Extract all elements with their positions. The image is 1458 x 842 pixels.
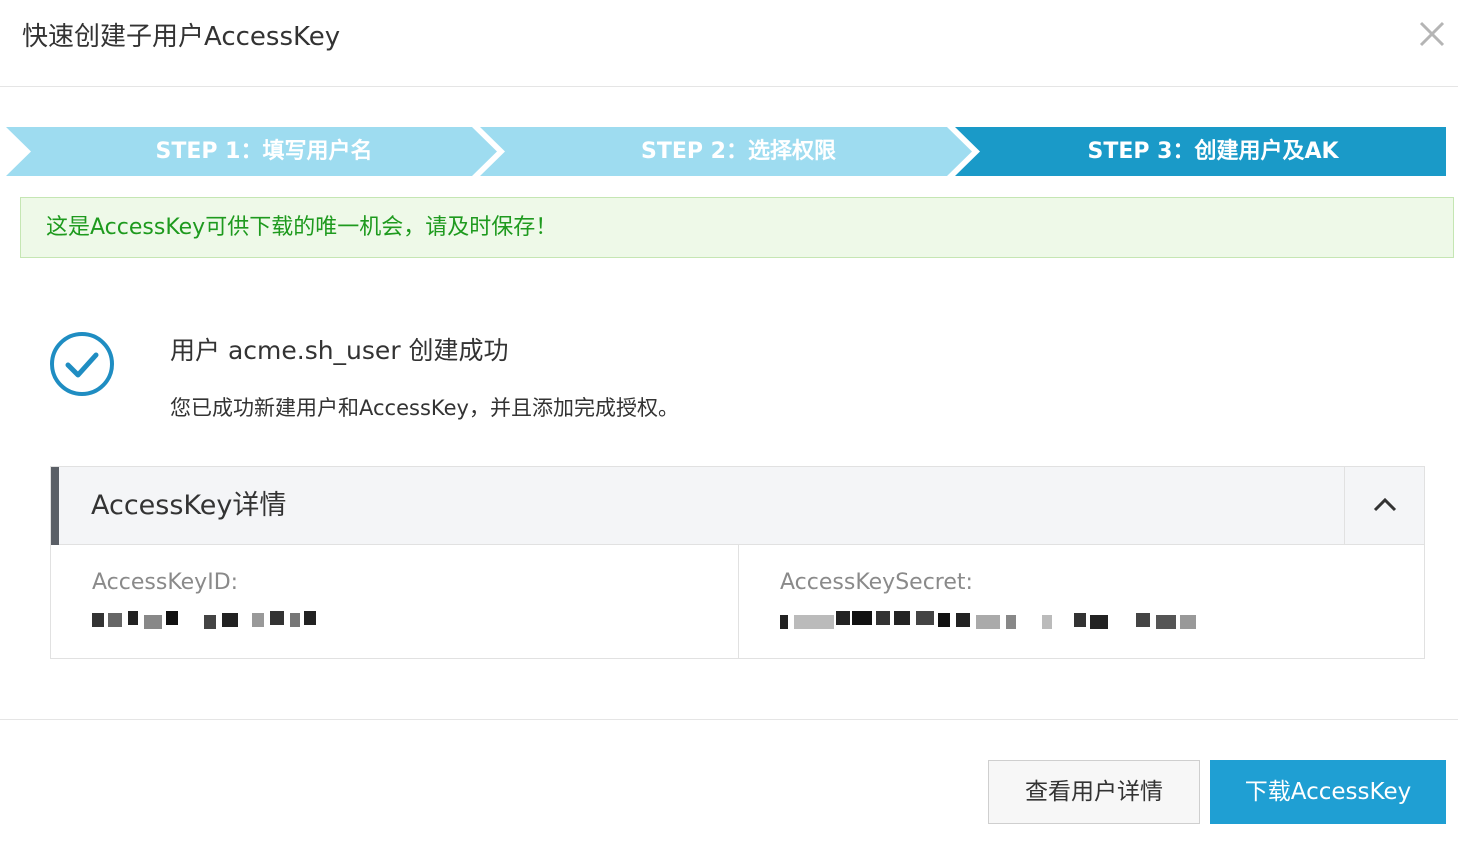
accesskey-secret-label: AccessKeySecret:: [780, 570, 973, 595]
accesskey-secret-cell: AccessKeySecret:: [739, 545, 1424, 659]
notice-text: 这是AccessKey可供下载的唯一机会，请及时保存！: [46, 215, 558, 240]
redacted-block: [1136, 613, 1150, 627]
redacted-block: [852, 611, 872, 625]
redacted-block: [128, 611, 138, 625]
view-user-details-button[interactable]: 查看用户详情: [988, 760, 1200, 824]
redacted-block: [894, 611, 910, 625]
redacted-block: [1042, 615, 1052, 629]
redacted-block: [1006, 615, 1016, 629]
redacted-block: [1156, 615, 1176, 629]
redacted-block: [92, 613, 104, 627]
redacted-block: [166, 611, 178, 625]
redacted-block: [916, 611, 934, 625]
accesskey-id-label: AccessKeyID:: [92, 570, 239, 595]
redacted-block: [836, 611, 850, 625]
download-accesskey-button[interactable]: 下载AccessKey: [1210, 760, 1446, 824]
header-accent-bar: [51, 467, 59, 545]
redacted-block: [304, 611, 316, 625]
step-progress: STEP 1：填写用户名 STEP 2：选择权限 STEP 3：创建用户及AK: [0, 127, 1446, 176]
redacted-block: [204, 615, 216, 629]
redacted-block: [1180, 615, 1196, 629]
footer-divider: [0, 719, 1458, 720]
redacted-block: [956, 613, 970, 627]
redacted-block: [938, 613, 950, 627]
redacted-block: [1074, 613, 1086, 627]
accesskey-id-cell: AccessKeyID:: [51, 545, 739, 659]
redacted-block: [270, 611, 284, 625]
create-subuser-accesskey-dialog: 快速创建子用户AccessKey STEP 1：填写用户名 STEP 2：选择权…: [0, 0, 1458, 842]
save-warning-notice: 这是AccessKey可供下载的唯一机会，请及时保存！: [20, 197, 1454, 258]
redacted-block: [252, 613, 264, 627]
redacted-block: [876, 611, 890, 625]
redacted-block: [1090, 615, 1108, 629]
redacted-block: [976, 615, 1000, 629]
redacted-block: [780, 615, 788, 629]
close-button[interactable]: [1412, 14, 1452, 54]
redacted-block: [144, 615, 162, 629]
step-1-label: STEP 1：填写用户名: [155, 139, 373, 164]
accesskey-details-header: AccessKey详情: [51, 467, 1424, 545]
step-3-label: STEP 3：创建用户及AK: [1087, 139, 1339, 164]
step-2-label: STEP 2：选择权限: [641, 139, 836, 164]
dialog-header: 快速创建子用户AccessKey: [0, 0, 1458, 87]
redacted-block: [222, 613, 238, 627]
collapse-toggle-button[interactable]: [1344, 467, 1424, 545]
success-subtitle: 您已成功新建用户和AccessKey，并且添加完成授权。: [170, 396, 679, 420]
accesskey-details-panel: AccessKey详情 AccessKeyID: AccessKeySecret…: [50, 466, 1425, 659]
check-circle-icon: [50, 332, 114, 396]
redacted-block: [108, 613, 122, 627]
success-title: 用户 acme.sh_user 创建成功: [170, 336, 509, 365]
chevron-up-icon: [1373, 497, 1397, 512]
accesskey-details-title: AccessKey详情: [91, 490, 287, 521]
close-icon: [1419, 21, 1445, 47]
redacted-block: [794, 615, 834, 629]
redacted-block: [290, 613, 300, 627]
dialog-title: 快速创建子用户AccessKey: [22, 22, 341, 52]
